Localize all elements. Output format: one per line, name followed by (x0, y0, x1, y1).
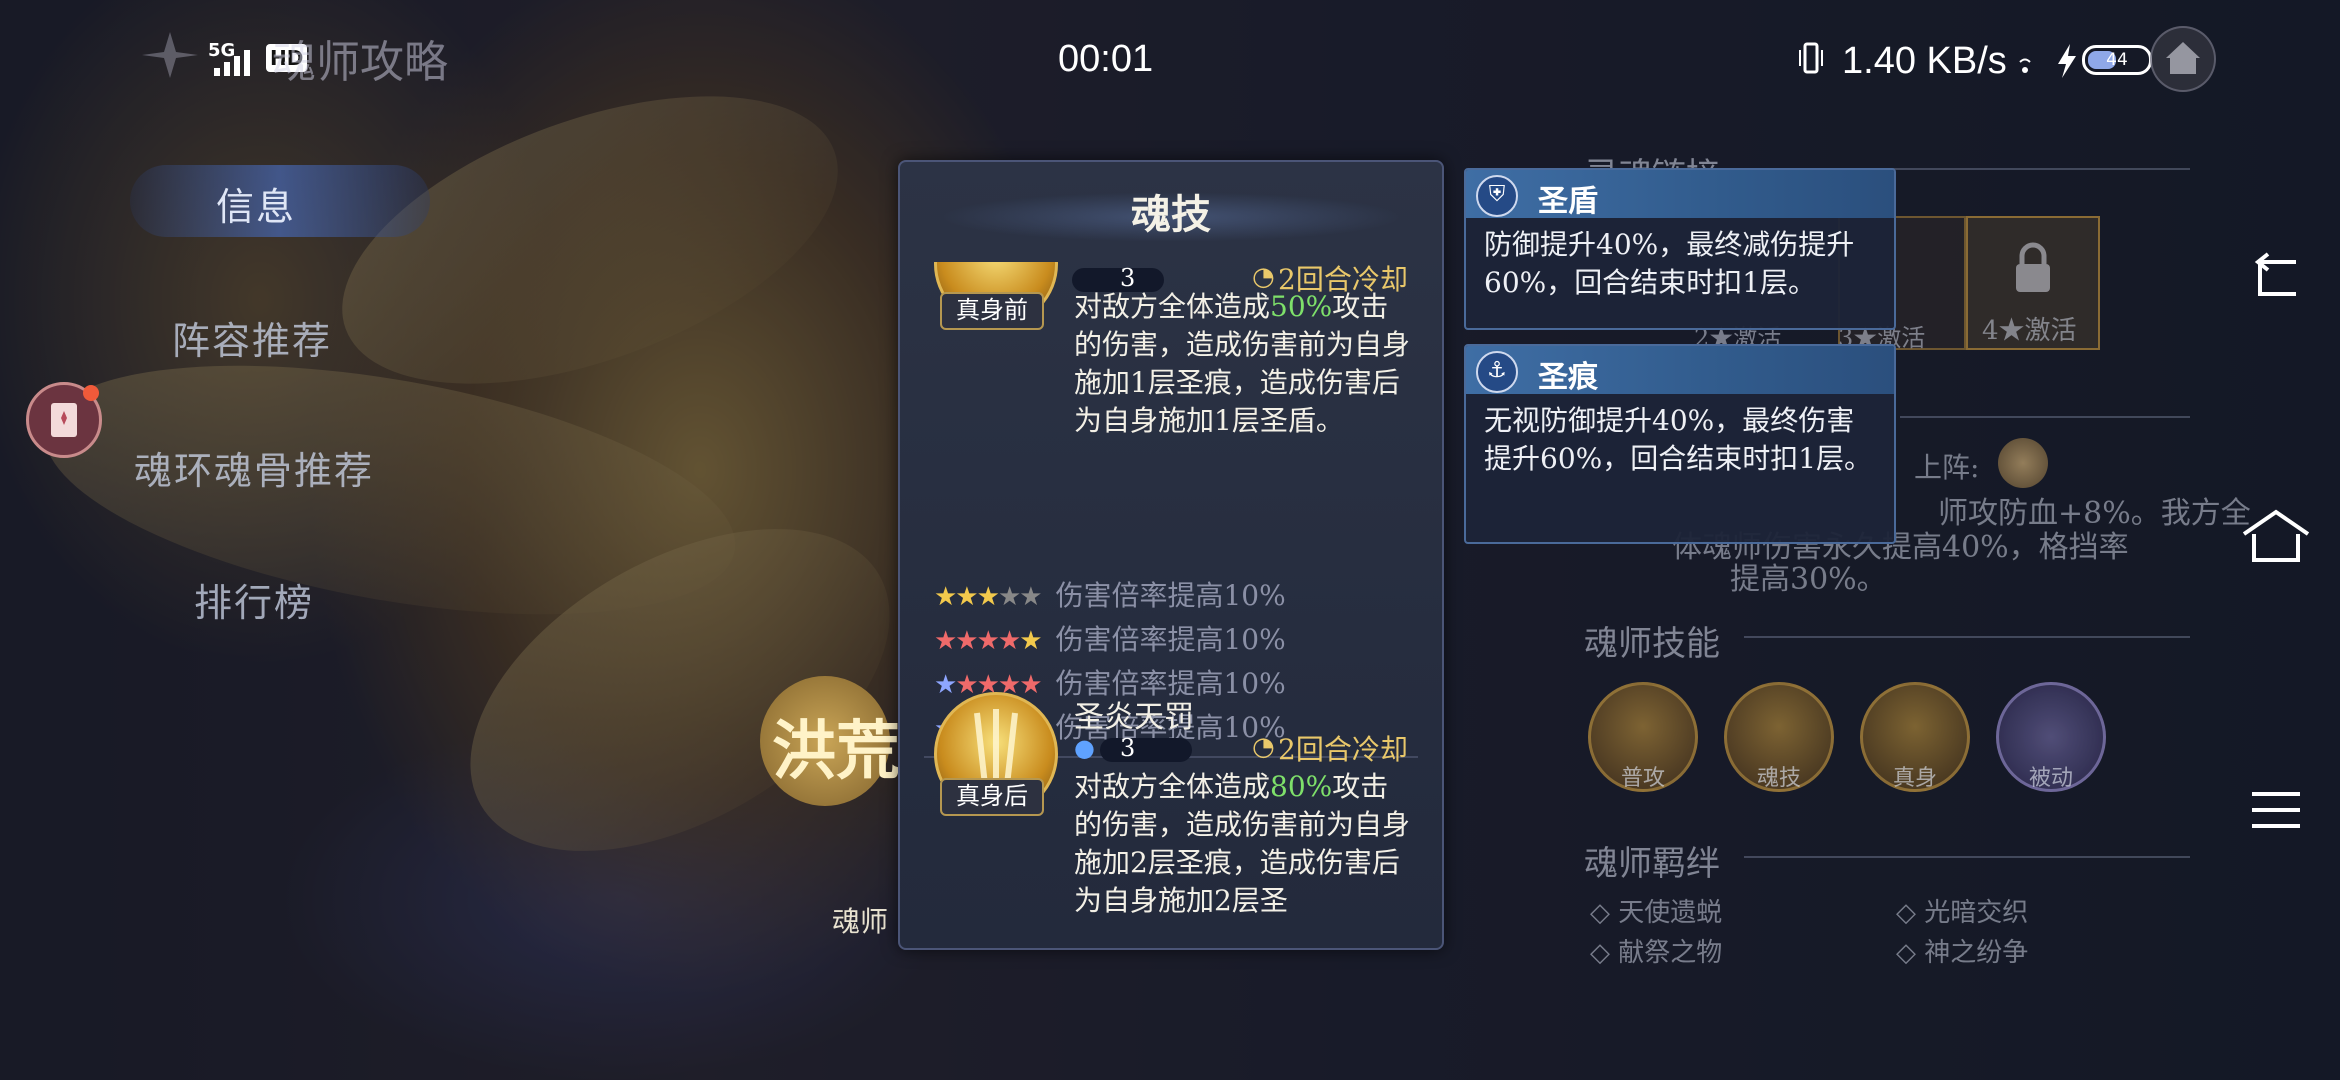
compass-icon (140, 30, 200, 80)
skill-tag: 真身后 (940, 778, 1044, 816)
divider (1744, 856, 2190, 858)
bond-item[interactable]: ◇ 天使遗蜕 (1590, 892, 1722, 929)
skills-section-title: 魂师技能 (1584, 624, 1720, 664)
activation-slot-4[interactable]: 4★激活 (1966, 216, 2100, 350)
bond-label: 献祭之物 (1618, 938, 1723, 968)
charging-icon (2056, 44, 2078, 78)
bonus-text: 提高30%。 (1730, 562, 1887, 597)
tooltip-header: ⛨ 圣盾 (1466, 170, 1894, 219)
activation-label: 4★激活 (1982, 316, 2077, 346)
hero-name: 洪荒 (772, 714, 900, 789)
skill-description: 对敌方全体造成80%攻击的伤害，造成伤害前为自身施加2层圣痕，造成伤害后为自身施… (1074, 770, 1411, 917)
home-button[interactable] (2236, 500, 2316, 580)
battery-level: 44 (2106, 50, 2128, 70)
star-rating: ★★★★★ (934, 626, 1043, 656)
panel-title: 魂技 (1131, 191, 1211, 238)
skill-label: 真身 (1892, 766, 1937, 791)
signal-icon (214, 50, 258, 76)
tooltip-title: 圣痕 (1538, 360, 1598, 395)
network-speed: 1.40 KB/s (1842, 40, 2007, 82)
cooldown-icon: ◔ (1252, 732, 1275, 762)
cost-bar (1100, 738, 1192, 762)
tab-info[interactable]: 信息 (216, 176, 296, 231)
skill-cooldown: 2回合冷却 (1278, 733, 1408, 766)
page-title: 魂师攻略 (272, 37, 448, 88)
soul-skill-panel[interactable]: 魂技 真身前 ● 3 ◔ 2回合冷却 对敌方全体造成50%攻击的伤害，造成伤害前… (898, 160, 1444, 950)
tooltip-title: 圣盾 (1538, 184, 1598, 219)
tooltip-holy-mark: ⚓ 圣痕 无视防御提升40%，最终伤害提升60%，回合结束时扣1层。 (1464, 344, 1896, 544)
skill-label: 普攻 (1620, 766, 1665, 791)
hero-avatar (1998, 438, 2048, 488)
tooltip-holy-shield: ⛨ 圣盾 防御提升40%，最终减伤提升60%，回合结束时扣1层。 (1464, 168, 1896, 330)
back-button[interactable] (2236, 238, 2316, 318)
upgrade-row: ★★★★★ 伤害倍率提高10% (934, 623, 1286, 656)
status-bar: 5G HD 魂师攻略 00:01 1.40 KB/s 44 (0, 0, 2340, 110)
upgrade-row: ★★★★★ 伤害倍率提高10% (934, 579, 1286, 612)
bond-item[interactable]: ◇ 神之纷争 (1896, 932, 2028, 969)
recent-apps-button[interactable] (2236, 770, 2316, 850)
tab-ranking[interactable]: 排行榜 (194, 572, 314, 627)
tab-lineup[interactable]: 阵容推荐 (172, 310, 332, 365)
divider (1900, 416, 2190, 418)
wifi-icon (2018, 50, 2032, 74)
hero-caption: 魂师 (832, 905, 889, 938)
vibrate-icon (1798, 42, 1824, 74)
star-rating: ★★★★★ (934, 582, 1043, 612)
bond-label: 神之纷争 (1924, 938, 2029, 968)
home-shortcut-button[interactable] (2150, 26, 2216, 92)
anchor-icon: ⚓ (1476, 351, 1518, 393)
tooltip-body: 无视防御提升40%，最终伤害提升60%，回合结束时扣1层。 (1484, 404, 1873, 475)
soul-energy-icon: ● (1074, 734, 1095, 762)
skill-tag: 真身前 (940, 292, 1044, 330)
battery-indicator: 44 (2082, 45, 2152, 75)
skill-label: 魂技 (1756, 766, 1801, 791)
bond-item[interactable]: ◇ 献祭之物 (1590, 932, 1722, 969)
skill-description: 对敌方全体造成50%攻击的伤害，造成伤害前为自身施加1层圣痕，造成伤害后为自身施… (1074, 290, 1411, 437)
skill-cost: 3 (1120, 734, 1136, 762)
skill-name: 圣炎天罚 (1074, 700, 1194, 735)
bond-label: 天使遗蜕 (1618, 898, 1723, 928)
tab-soul-ring[interactable]: 魂环魂骨推荐 (134, 440, 374, 495)
floating-book-button[interactable] (26, 382, 102, 458)
tooltip-header: ⚓ 圣痕 (1466, 346, 1894, 395)
bond-label: 光暗交织 (1924, 898, 2029, 928)
bonds-section-title: 魂师羁绊 (1584, 844, 1720, 884)
clock: 00:01 (1058, 38, 1154, 80)
divider (1744, 636, 2190, 638)
skill-label: 被动 (2028, 766, 2073, 791)
shield-icon: ⛨ (1476, 175, 1518, 217)
bond-item[interactable]: ◇ 光暗交织 (1896, 892, 2028, 929)
on-field-label: 上阵: (1914, 451, 1980, 484)
lock-icon (2010, 242, 2056, 294)
tooltip-body: 防御提升40%，最终减伤提升60%，回合结束时扣1层。 (1484, 228, 1855, 299)
notification-dot (83, 385, 99, 401)
